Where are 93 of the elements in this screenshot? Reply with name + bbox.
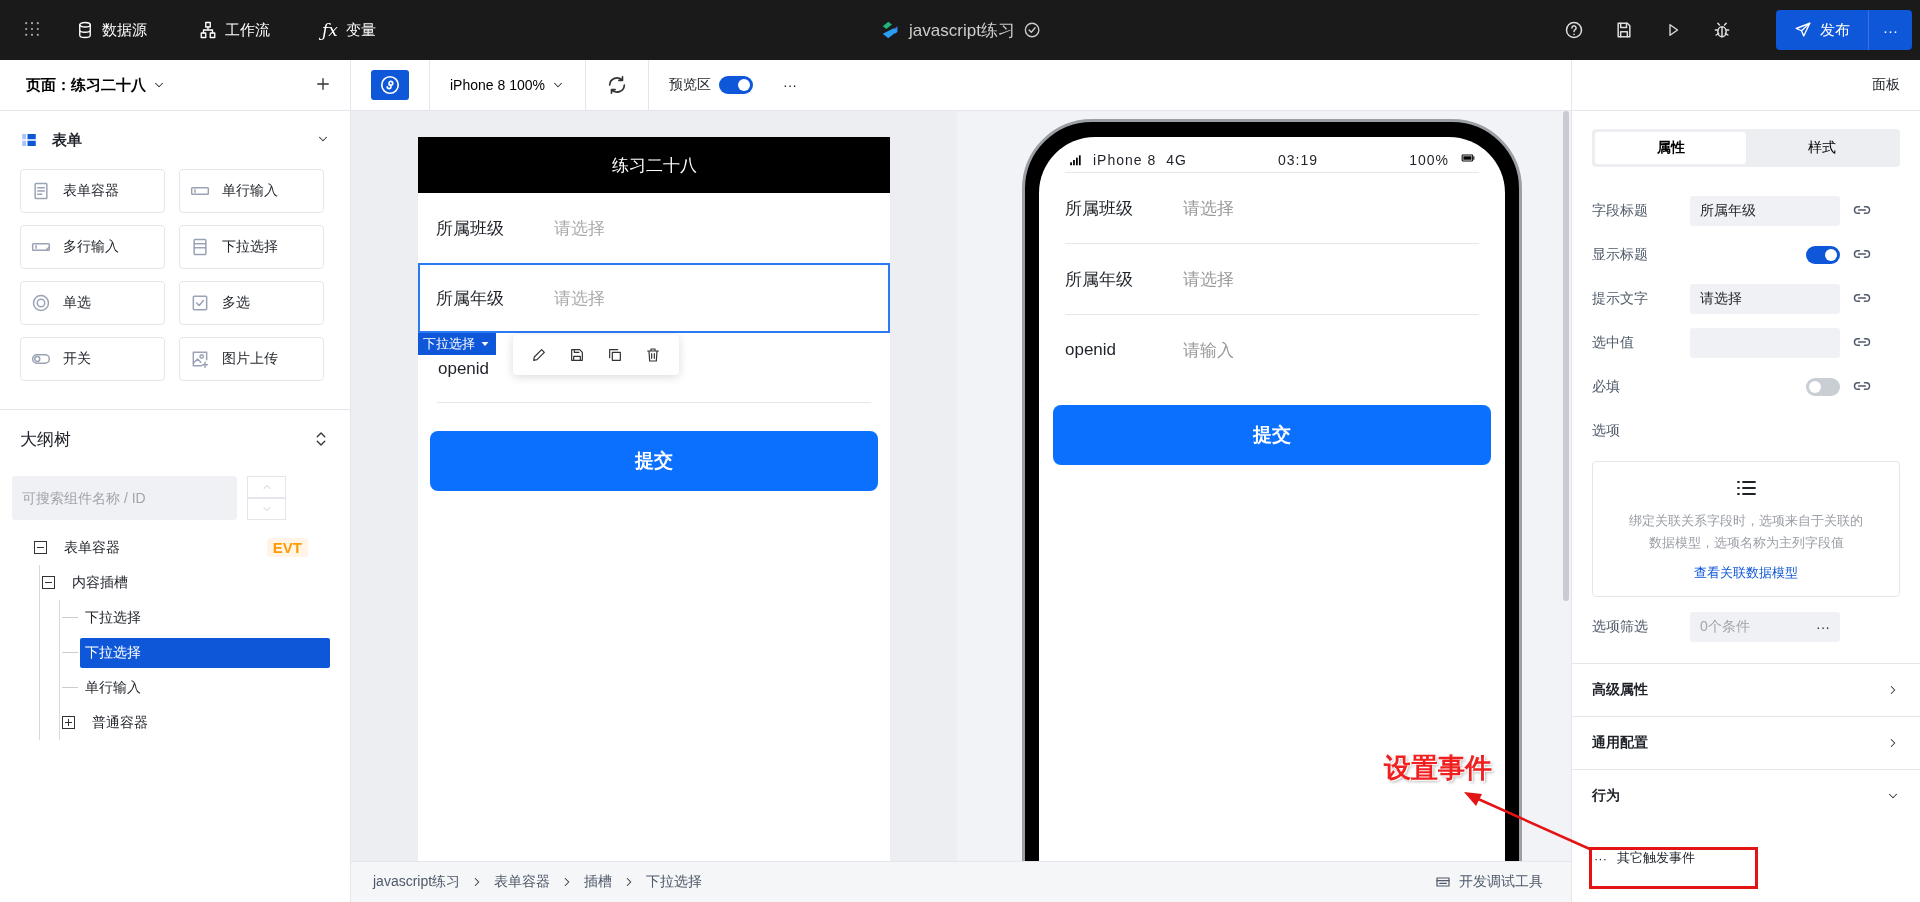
page-header: 练习二十八: [418, 137, 890, 193]
breadcrumb-item[interactable]: javascript练习: [373, 873, 461, 891]
collapse-icon[interactable]: [42, 576, 55, 589]
network-label: 4G: [1166, 151, 1187, 168]
list-icon: [190, 237, 210, 257]
pencil-icon: [531, 347, 547, 363]
component-card[interactable]: 单行输入: [179, 169, 324, 213]
copy-icon: [607, 347, 623, 363]
battery-label: 100%: [1409, 151, 1449, 168]
tab[interactable]: 属性: [1595, 132, 1746, 164]
property-label: 显示标题: [1592, 246, 1649, 264]
panel-title: 大纲树: [20, 428, 71, 451]
form-field[interactable]: 所属年级 请选择: [418, 263, 890, 333]
property-field[interactable]: 请选择: [1690, 284, 1840, 314]
more-button[interactable]: ···: [782, 77, 797, 93]
send-icon: [1794, 21, 1812, 39]
property-field[interactable]: 所属年级: [1690, 196, 1840, 226]
search-field[interactable]: 可搜索组件名称 / ID: [12, 476, 237, 520]
page-selector[interactable]: 页面：练习二十八: [20, 74, 172, 96]
database-icon: [76, 21, 94, 39]
nav-item[interactable]: 数据源: [70, 19, 153, 41]
component-card[interactable]: 图片上传: [179, 337, 324, 381]
mini-program-icon: [379, 74, 401, 96]
expand-icon[interactable]: [62, 716, 75, 729]
property-label: 提示文字: [1592, 290, 1649, 308]
breadcrumb-item[interactable]: 插槽: [584, 873, 613, 891]
section-header[interactable]: 行为: [1592, 770, 1920, 822]
filter-field[interactable]: 0个条件 ···: [1690, 612, 1840, 642]
section-header[interactable]: 通用配置: [1592, 717, 1920, 769]
help-icon: [1564, 20, 1584, 40]
trash-icon: [645, 347, 661, 363]
mini-program-button[interactable]: [371, 70, 409, 100]
tree-item[interactable]: 内容插槽: [67, 570, 133, 595]
preview-label: 预览区: [668, 76, 711, 94]
nav-item[interactable]: ƒx 变量: [316, 19, 382, 41]
section-title: 表单: [52, 130, 82, 150]
event-item[interactable]: ··· 其它触发事件: [1592, 832, 1701, 884]
radio-icon: [31, 293, 51, 313]
checkbox-icon: [190, 293, 210, 313]
devtools-button[interactable]: 开发调试工具: [1429, 872, 1549, 892]
blocks-icon: [20, 131, 38, 149]
component-card[interactable]: 开关: [20, 337, 165, 381]
property-label: 选项: [1592, 422, 1621, 440]
carrier-label: iPhone 8: [1093, 151, 1157, 168]
field-label: 所属年级: [1065, 268, 1134, 291]
collapse-icon[interactable]: [34, 541, 47, 554]
toggle-switch[interactable]: [1806, 246, 1840, 264]
nav-item[interactable]: 工作流: [193, 19, 276, 41]
component-card[interactable]: 表单容器: [20, 169, 165, 213]
component-card[interactable]: 下拉选择: [179, 225, 324, 269]
model-link[interactable]: 查看关联数据模型: [1694, 564, 1798, 582]
tree-item[interactable]: 表单容器: [59, 535, 125, 560]
more-button[interactable]: ···: [1868, 10, 1912, 50]
battery-icon: [1459, 151, 1477, 165]
console-icon: [1435, 874, 1451, 890]
property-label: 必填: [1592, 378, 1621, 396]
submit-button[interactable]: 提交: [1053, 405, 1491, 465]
form-field[interactable]: 所属班级 请选择: [418, 193, 890, 263]
device-selector[interactable]: iPhone 8 100%: [430, 60, 586, 110]
save-icon: [1614, 20, 1634, 40]
hint-text: 绑定关联关系字段时，选项来自于关联的数据模型，选项名称为主列字段值: [1629, 512, 1863, 552]
component-tag[interactable]: 下拉选择: [418, 333, 496, 355]
property-label: 字段标题: [1592, 202, 1649, 220]
image-add-icon: [190, 349, 210, 369]
field-label: 所属班级: [1065, 197, 1134, 220]
tree-item[interactable]: 普通容器: [87, 710, 153, 735]
property-label: 选项筛选: [1592, 618, 1649, 636]
tree-item[interactable]: 下拉选择: [80, 637, 330, 668]
status-time: 03:19: [1278, 151, 1319, 168]
panel-button[interactable]: 面板: [1872, 76, 1900, 94]
preview-toggle[interactable]: [718, 76, 753, 94]
check-circle-icon: [1022, 21, 1041, 39]
bug-icon: [1712, 20, 1732, 40]
form-icon: [31, 181, 51, 201]
tree-item[interactable]: 下拉选择: [80, 605, 146, 630]
property-label: 选中值: [1592, 334, 1635, 352]
component-card[interactable]: 单选: [20, 281, 165, 325]
submit-button[interactable]: 提交: [430, 431, 878, 491]
breadcrumb-item[interactable]: 下拉选择: [646, 873, 703, 891]
annotation-text: 设置事件: [1384, 752, 1492, 785]
tree-item[interactable]: 单行输入: [80, 675, 146, 700]
field-label: openid: [1065, 340, 1118, 360]
app-title: javascript练习: [909, 19, 1015, 42]
event-badge: EVT: [266, 538, 308, 557]
tab[interactable]: 样式: [1746, 132, 1897, 164]
component-card[interactable]: 多行输入: [20, 225, 165, 269]
flowchart-icon: [199, 21, 217, 39]
breadcrumb-item[interactable]: 表单容器: [494, 873, 551, 891]
section-header[interactable]: 高级属性: [1592, 664, 1920, 716]
save-icon: [569, 347, 585, 363]
component-card[interactable]: 多选: [179, 281, 324, 325]
toggle-switch[interactable]: [1806, 378, 1840, 396]
publish-button[interactable]: 发布: [1776, 10, 1868, 50]
